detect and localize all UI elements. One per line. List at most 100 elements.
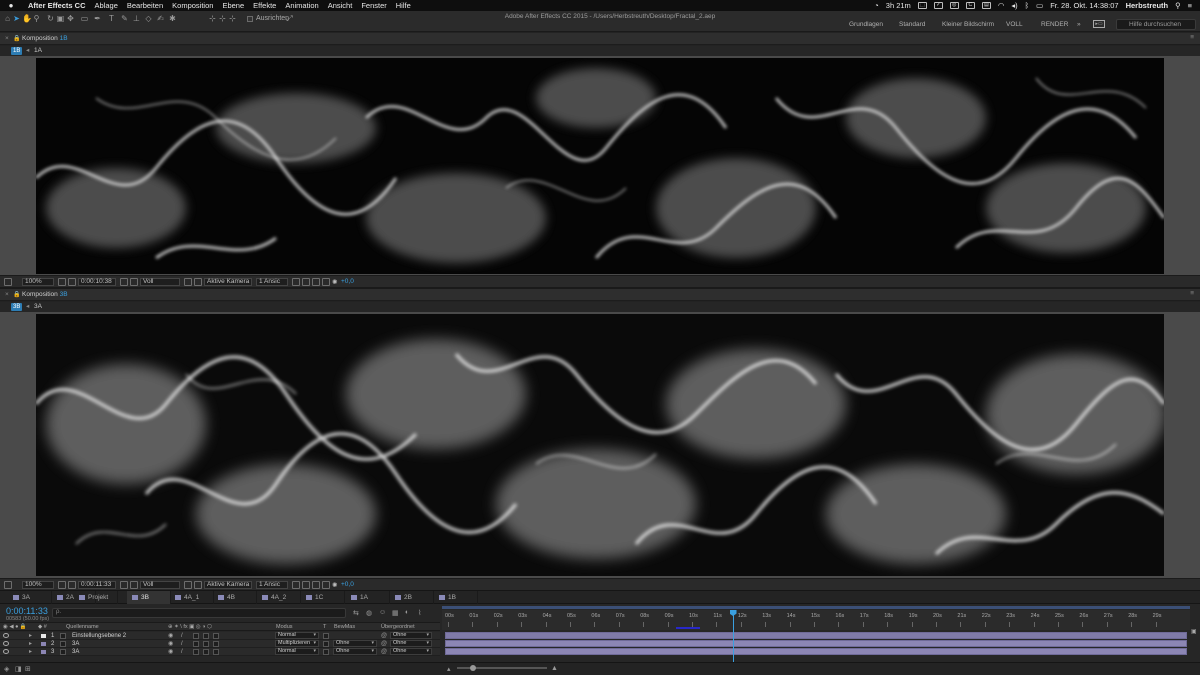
text-tool-icon[interactable]: T xyxy=(107,14,116,23)
comp-tab[interactable]: 2B xyxy=(390,591,434,604)
workspace-grundlagen[interactable]: Grundlagen xyxy=(849,21,883,28)
panel-menu-icon[interactable]: ≡ xyxy=(1190,290,1194,297)
wifi-icon[interactable]: ◠ xyxy=(998,1,1005,10)
layer-shy-switch-icon[interactable]: ◉ xyxy=(168,632,173,640)
layer-label-color[interactable] xyxy=(41,650,46,654)
eraser-tool-icon[interactable]: ◇ xyxy=(144,14,153,23)
time-ruler[interactable]: 00s 01s 02s 03s 04s 05s 06s 07s 08s 09s 10s 11s 12s 1… xyxy=(442,610,1190,630)
local-axis-icon[interactable]: ⊹ xyxy=(208,14,217,23)
roto-brush-tool-icon[interactable]: ✍ xyxy=(156,14,165,23)
comp-render-3b[interactable] xyxy=(36,314,1164,576)
expand-modes-icon[interactable]: ⊞ xyxy=(25,665,31,673)
menu-animation[interactable]: Animation xyxy=(285,1,318,10)
workspace-voll[interactable]: VOLL xyxy=(1006,21,1023,28)
menu-fenster[interactable]: Fenster xyxy=(361,1,386,10)
timeline-search-input[interactable]: ρ. xyxy=(52,608,346,618)
draft-3d-icon[interactable]: ◍ xyxy=(366,609,372,617)
layer-trkmat-dropdown[interactable]: Ohne xyxy=(333,648,377,655)
viewer2-views-dropdown[interactable]: 1 Ansic xyxy=(256,581,288,589)
timeline-zoom-knob[interactable] xyxy=(470,665,476,671)
column-t[interactable]: T xyxy=(323,624,326,630)
viewer1-views-dropdown[interactable]: 1 Ansic xyxy=(256,278,288,286)
selection-tool-icon[interactable]: ➤ xyxy=(12,14,21,23)
layer-shy-switch-icon[interactable]: ◉ xyxy=(168,648,173,656)
tray-icon-4[interactable]: C xyxy=(965,2,975,9)
snap-checkbox[interactable] xyxy=(247,16,253,22)
resolution-icon[interactable] xyxy=(58,581,66,589)
help-search-input[interactable]: Hilfe durchsuchen xyxy=(1116,19,1196,30)
comp-tab[interactable]: 4B xyxy=(213,591,257,604)
color-channel-icon[interactable] xyxy=(130,278,138,286)
layer-quality-switch-icon[interactable]: / xyxy=(181,648,183,656)
layer-row[interactable]: ▸23A◉/MultiplizierenOhne@Ohne xyxy=(0,640,440,648)
layer-duration-bar[interactable] xyxy=(445,632,1187,639)
view-axis-icon[interactable]: ⊹ xyxy=(228,14,237,23)
layer-adjustment-switch[interactable] xyxy=(213,633,219,639)
crumb-current-comp[interactable]: 1B xyxy=(11,47,23,55)
roi-icon[interactable] xyxy=(184,278,192,286)
layer-trkmat-dropdown[interactable]: Ohne xyxy=(333,640,377,647)
layer-duration-bar[interactable] xyxy=(445,640,1187,647)
menu-ebene[interactable]: Ebene xyxy=(222,1,244,10)
flowchart-icon[interactable] xyxy=(322,278,330,286)
toggle-pixel-aspect-icon[interactable] xyxy=(292,581,300,589)
viewer1-timecode[interactable]: 0:00:10:38 xyxy=(78,278,116,286)
clone-stamp-tool-icon[interactable]: ⊥ xyxy=(132,14,141,23)
apple-icon[interactable]: ● xyxy=(6,1,16,10)
column-trkmat[interactable]: BewMas xyxy=(334,624,355,630)
workspace-render[interactable]: RENDER xyxy=(1041,21,1068,28)
layer-quality-switch-icon[interactable]: / xyxy=(181,640,183,648)
viewer2-title[interactable]: Komposition 3B xyxy=(22,291,68,298)
layer-parent-dropdown[interactable]: Ohne xyxy=(390,632,432,639)
comp-tab[interactable]: 3B xyxy=(127,591,171,604)
crumb-child-comp[interactable]: 1A xyxy=(34,47,42,54)
layer-preserve-transparency[interactable] xyxy=(323,633,329,639)
layer-mode-dropdown[interactable]: Normal xyxy=(275,632,319,639)
menu-ablage[interactable]: Ablage xyxy=(95,1,118,10)
camera-tool-icon[interactable]: ▣ xyxy=(56,14,65,23)
layer-name[interactable]: 3A xyxy=(72,648,79,656)
layer-label-color[interactable] xyxy=(41,642,46,646)
shy-icon[interactable]: ☺ xyxy=(379,609,386,616)
layer-motion-blur-switch[interactable] xyxy=(203,641,209,647)
tray-icon-1[interactable]: ⬚ xyxy=(917,2,927,9)
zoom-in-icon[interactable]: ▲ xyxy=(551,665,558,672)
viewer2-camera-dropdown[interactable]: Aktive Kamera xyxy=(204,581,252,589)
crumb-child-comp[interactable]: 3A xyxy=(34,303,42,310)
spotlight-icon[interactable]: ⚲ xyxy=(1175,1,1181,10)
exposure-icon[interactable]: ✺ xyxy=(332,581,337,589)
pick-whip-icon[interactable]: @ xyxy=(381,640,387,648)
flowchart-icon[interactable] xyxy=(322,581,330,589)
expand-switches-icon[interactable]: ◨ xyxy=(15,665,22,673)
snap-options-icon[interactable]: ⤢ xyxy=(285,14,294,23)
bluetooth-icon[interactable]: ᛒ xyxy=(1025,1,1030,10)
brush-tool-icon[interactable]: ✎ xyxy=(120,14,129,23)
comp-render-1b[interactable] xyxy=(36,58,1164,274)
timeline-link-icon[interactable] xyxy=(312,278,320,286)
hand-tool-icon[interactable]: ✋ xyxy=(22,14,32,23)
motion-blur-icon[interactable]: ◐ xyxy=(405,609,409,616)
layer-preserve-transparency[interactable] xyxy=(323,641,329,647)
layer-preserve-transparency[interactable] xyxy=(323,649,329,655)
menu-komposition[interactable]: Komposition xyxy=(172,1,213,10)
viewer2-timecode[interactable]: 0:00:11:33 xyxy=(78,581,116,589)
transparency-grid-icon[interactable] xyxy=(194,278,202,286)
viewer1-canvas[interactable] xyxy=(0,56,1200,275)
workspace-standard[interactable]: Standard xyxy=(899,21,925,28)
battery-time[interactable]: 3h 21m xyxy=(886,1,911,10)
viewer1-resolution-dropdown[interactable]: Voll xyxy=(140,278,180,286)
pen-tool-icon[interactable]: ✒ xyxy=(93,14,102,23)
camera-icon[interactable] xyxy=(68,278,76,286)
graph-editor-icon[interactable]: ⌇ xyxy=(418,609,421,617)
layer-shy-switch-icon[interactable]: ◉ xyxy=(168,640,173,648)
timer-icon[interactable]: ◔ xyxy=(874,1,879,10)
layer-fx-switch[interactable] xyxy=(193,649,199,655)
camera-icon[interactable] xyxy=(68,581,76,589)
viewer1-title[interactable]: Komposition 1B xyxy=(22,35,68,42)
lock-icon[interactable]: 🔒 xyxy=(13,35,20,42)
menu-bearbeiten[interactable]: Bearbeiten xyxy=(127,1,163,10)
layer-row[interactable]: ▸ 1 Einstellungsebene 2 ◉ / Normal @Ohne xyxy=(0,632,440,640)
preview-icon[interactable] xyxy=(4,278,12,286)
tray-icon-3[interactable]: ◎ xyxy=(949,2,959,9)
clock[interactable]: Fr. 28. Okt. 14:38:07 xyxy=(1050,1,1118,10)
